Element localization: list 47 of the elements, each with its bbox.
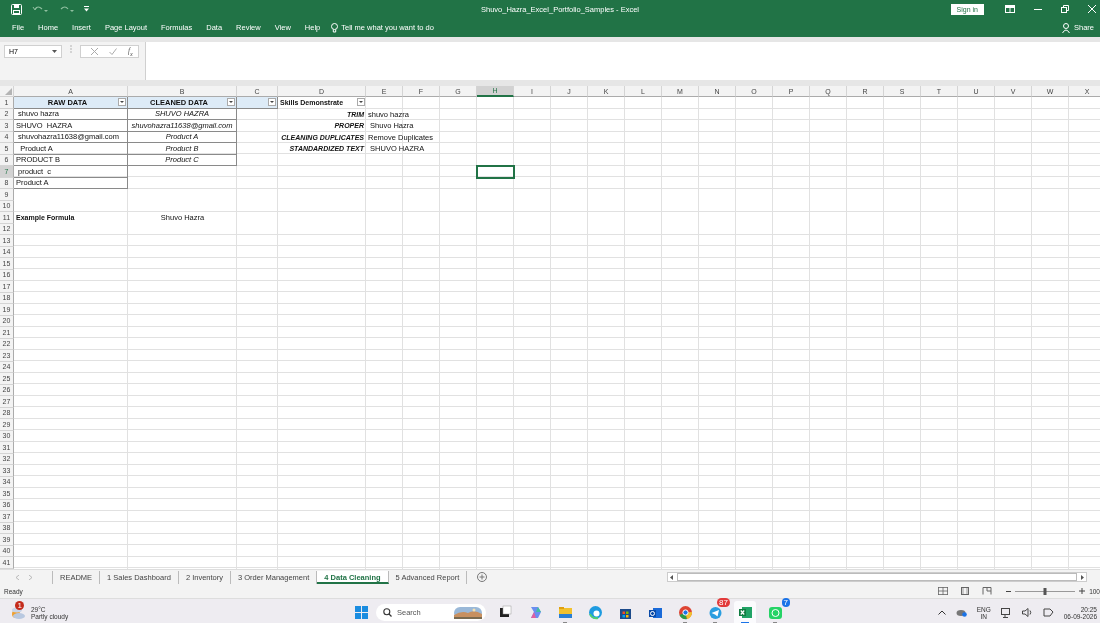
notification-badge: 7 xyxy=(781,597,790,607)
search-icon xyxy=(383,608,392,617)
filter-button[interactable] xyxy=(357,98,365,106)
excel-icon xyxy=(737,605,753,620)
taskview-icon xyxy=(497,605,513,620)
restore-icon[interactable] xyxy=(1061,5,1069,13)
scroll-right-icon[interactable] xyxy=(1081,574,1085,580)
chevron-up-icon[interactable] xyxy=(937,610,946,615)
customize-icon[interactable] xyxy=(84,6,89,12)
filter-button[interactable] xyxy=(268,98,276,106)
lightbulb-icon xyxy=(331,22,339,33)
windows-start-icon[interactable] xyxy=(355,606,368,619)
undo-icon[interactable] xyxy=(32,4,48,14)
caret-icon xyxy=(270,101,274,103)
redo-icon[interactable] xyxy=(58,4,74,14)
scroll-left-icon[interactable] xyxy=(670,574,674,580)
header-cell[interactable] xyxy=(237,97,278,109)
caret-icon xyxy=(359,101,363,103)
ribbon-display-icon[interactable] xyxy=(1005,5,1015,13)
active-cell[interactable] xyxy=(477,166,514,178)
minimize-icon[interactable] xyxy=(1034,8,1042,10)
normal-view-icon[interactable] xyxy=(938,587,949,595)
filter-button[interactable] xyxy=(118,98,126,106)
caret-icon xyxy=(52,50,57,53)
telegram-icon xyxy=(707,605,723,620)
caret-icon xyxy=(229,101,233,103)
outlook-icon xyxy=(647,605,663,620)
explorer-icon xyxy=(557,605,573,620)
filter-button[interactable] xyxy=(227,98,235,106)
notification-badge: 87 xyxy=(717,597,730,607)
cloud-icon[interactable] xyxy=(955,608,967,617)
person-icon xyxy=(1062,22,1071,33)
chrome-icon xyxy=(677,605,693,620)
whatsapp-icon xyxy=(767,605,783,620)
close-icon[interactable] xyxy=(1088,5,1096,13)
zoom-thumb[interactable] xyxy=(1043,587,1047,595)
page-break-view-icon[interactable] xyxy=(982,587,993,595)
save-icon[interactable] xyxy=(11,3,22,15)
speaker-icon[interactable] xyxy=(1021,608,1033,617)
zoom-in-icon[interactable] xyxy=(1079,588,1086,594)
page-layout-view-icon[interactable] xyxy=(960,587,971,595)
edge-icon xyxy=(587,605,603,620)
add-sheet-icon[interactable] xyxy=(477,572,488,582)
formula-input[interactable] xyxy=(145,42,1100,80)
notification-badge: 1 xyxy=(15,600,25,610)
horizontal-scrollbar[interactable] xyxy=(667,572,1088,582)
caret-icon xyxy=(120,101,124,103)
